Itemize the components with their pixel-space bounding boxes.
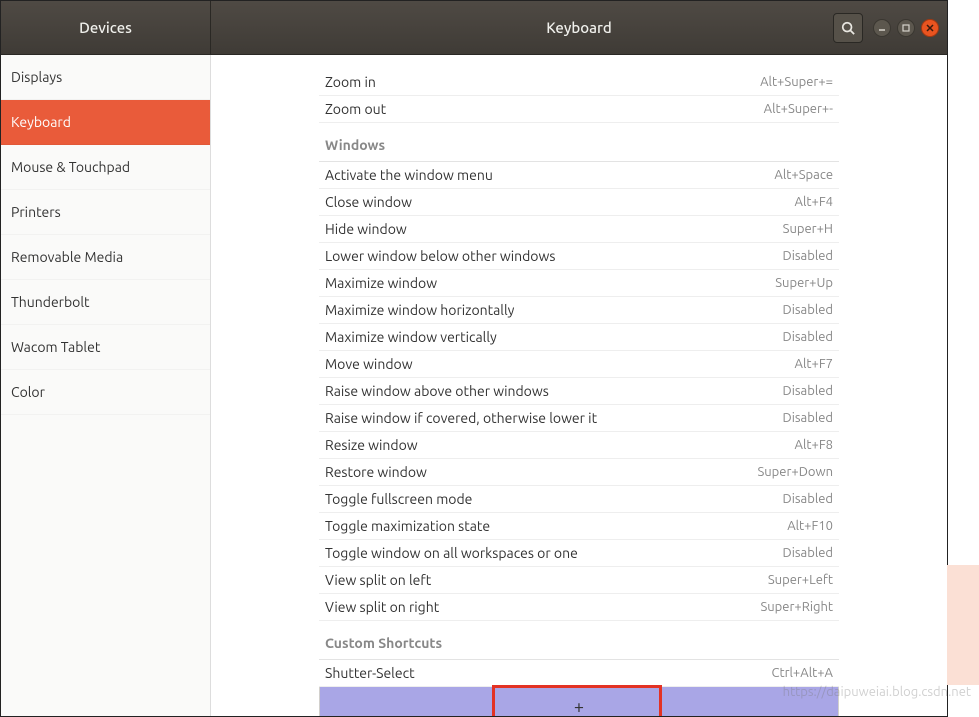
shortcut-row[interactable]: Zoom inAlt+Super+= (319, 69, 839, 96)
sidebar-item-label: Thunderbolt (11, 294, 90, 310)
shortcut-label: Restore window (325, 464, 757, 480)
shortcut-value: Alt+F8 (795, 438, 833, 452)
shortcut-row[interactable]: Move windowAlt+F7 (319, 351, 839, 378)
sidebar: Displays Keyboard Mouse & Touchpad Printers… (1, 55, 211, 716)
shortcut-label: Move window (325, 356, 795, 372)
shortcut-label: Hide window (325, 221, 783, 237)
shortcut-value: Alt+Super+= (760, 75, 833, 89)
shortcut-row[interactable]: Toggle fullscreen modeDisabled (319, 486, 839, 513)
shortcut-value: Ctrl+Alt+A (772, 666, 834, 680)
sidebar-item-keyboard[interactable]: Keyboard (1, 100, 210, 145)
window-controls (873, 19, 939, 37)
shortcut-value: Disabled (783, 546, 833, 560)
shortcut-row[interactable]: Maximize window verticallyDisabled (319, 324, 839, 351)
search-icon (841, 21, 855, 35)
shortcut-label: Lower window below other windows (325, 248, 783, 264)
shortcut-label: Zoom in (325, 74, 760, 90)
shortcut-row[interactable]: View split on rightSuper+Right (319, 594, 839, 621)
sidebar-item-removable-media[interactable]: Removable Media (1, 235, 210, 280)
plus-icon: + (574, 697, 584, 717)
sidebar-item-label: Wacom Tablet (11, 339, 100, 355)
add-shortcut-button[interactable]: + (319, 687, 839, 716)
shortcut-value: Alt+F4 (795, 195, 833, 209)
sidebar-item-label: Color (11, 384, 45, 400)
shortcut-value: Disabled (783, 303, 833, 317)
shortcut-value: Alt+F7 (795, 357, 833, 371)
shortcut-row[interactable]: Shutter-SelectCtrl+Alt+A (319, 660, 839, 687)
sidebar-item-printers[interactable]: Printers (1, 190, 210, 235)
shortcut-label: Zoom out (325, 101, 764, 117)
sidebar-title: Devices (1, 1, 211, 55)
shortcut-value: Disabled (783, 249, 833, 263)
shortcut-row[interactable]: Raise window above other windowsDisabled (319, 378, 839, 405)
shortcut-label: Maximize window vertically (325, 329, 783, 345)
sidebar-item-label: Mouse & Touchpad (11, 159, 130, 175)
page-title: Keyboard (546, 19, 612, 36)
sidebar-item-label: Printers (11, 204, 61, 220)
shortcut-label: View split on right (325, 599, 760, 615)
sidebar-item-displays[interactable]: Displays (1, 55, 210, 100)
sidebar-item-thunderbolt[interactable]: Thunderbolt (1, 280, 210, 325)
shortcut-label: Raise window if covered, otherwise lower… (325, 410, 783, 426)
shortcut-row[interactable]: Resize windowAlt+F8 (319, 432, 839, 459)
shortcuts-panel: Zoom inAlt+Super+=Zoom outAlt+Super+-Win… (319, 55, 839, 716)
search-button[interactable] (833, 13, 863, 43)
maximize-button[interactable] (897, 19, 915, 37)
settings-window: Devices Keyboard Displays Keyboard Mouse &… (0, 0, 948, 717)
shortcut-value: Alt+Space (774, 168, 833, 182)
sidebar-item-label: Displays (11, 69, 62, 85)
close-button[interactable] (921, 19, 939, 37)
shortcut-row[interactable]: Maximize windowSuper+Up (319, 270, 839, 297)
sidebar-item-label: Removable Media (11, 249, 123, 265)
shortcut-row[interactable]: Hide windowSuper+H (319, 216, 839, 243)
maximize-icon (902, 24, 910, 32)
shortcut-value: Disabled (783, 330, 833, 344)
shortcut-value: Alt+F10 (787, 519, 833, 533)
shortcut-label: Raise window above other windows (325, 383, 783, 399)
shortcut-label: View split on left (325, 572, 768, 588)
shortcut-label: Shutter-Select (325, 665, 772, 681)
shortcut-row[interactable]: Close windowAlt+F4 (319, 189, 839, 216)
section-header: Custom Shortcuts (319, 621, 839, 660)
shortcut-row[interactable]: Raise window if covered, otherwise lower… (319, 405, 839, 432)
shortcut-value: Disabled (783, 384, 833, 398)
section-header: Windows (319, 123, 839, 162)
main-content[interactable]: Zoom inAlt+Super+=Zoom outAlt+Super+-Win… (211, 55, 947, 716)
shortcut-value: Super+Left (768, 573, 833, 587)
shortcut-value: Disabled (783, 411, 833, 425)
titlebar: Devices Keyboard (1, 1, 947, 55)
sidebar-item-mouse-touchpad[interactable]: Mouse & Touchpad (1, 145, 210, 190)
sidebar-item-wacom-tablet[interactable]: Wacom Tablet (1, 325, 210, 370)
sidebar-item-label: Keyboard (11, 114, 71, 130)
shortcut-row[interactable]: Zoom outAlt+Super+- (319, 96, 839, 123)
shortcut-row[interactable]: View split on leftSuper+Left (319, 567, 839, 594)
body: Displays Keyboard Mouse & Touchpad Printers… (1, 55, 947, 716)
shortcut-row[interactable]: Toggle window on all workspaces or oneDi… (319, 540, 839, 567)
shortcut-label: Activate the window menu (325, 167, 774, 183)
close-icon (926, 24, 934, 32)
shortcut-label: Maximize window (325, 275, 775, 291)
shortcut-value: Super+Right (760, 600, 833, 614)
shortcut-label: Resize window (325, 437, 795, 453)
sidebar-item-color[interactable]: Color (1, 370, 210, 415)
shortcut-value: Super+Down (757, 465, 833, 479)
shortcut-value: Super+H (783, 222, 833, 236)
shortcut-value: Alt+Super+- (764, 102, 833, 116)
shortcut-row[interactable]: Activate the window menuAlt+Space (319, 162, 839, 189)
shortcut-row[interactable]: Lower window below other windowsDisabled (319, 243, 839, 270)
shortcut-row[interactable]: Maximize window horizontallyDisabled (319, 297, 839, 324)
shortcut-row[interactable]: Restore windowSuper+Down (319, 459, 839, 486)
shortcut-value: Super+Up (775, 276, 833, 290)
minimize-button[interactable] (873, 19, 891, 37)
main-title-area: Keyboard (211, 1, 947, 55)
shortcut-label: Toggle maximization state (325, 518, 787, 534)
shortcut-label: Maximize window horizontally (325, 302, 783, 318)
minimize-icon (878, 24, 886, 32)
shortcut-label: Toggle fullscreen mode (325, 491, 783, 507)
shortcut-label: Close window (325, 194, 795, 210)
decorative-edge (947, 565, 979, 685)
shortcut-label: Toggle window on all workspaces or one (325, 545, 783, 561)
shortcut-value: Disabled (783, 492, 833, 506)
shortcut-row[interactable]: Toggle maximization stateAlt+F10 (319, 513, 839, 540)
